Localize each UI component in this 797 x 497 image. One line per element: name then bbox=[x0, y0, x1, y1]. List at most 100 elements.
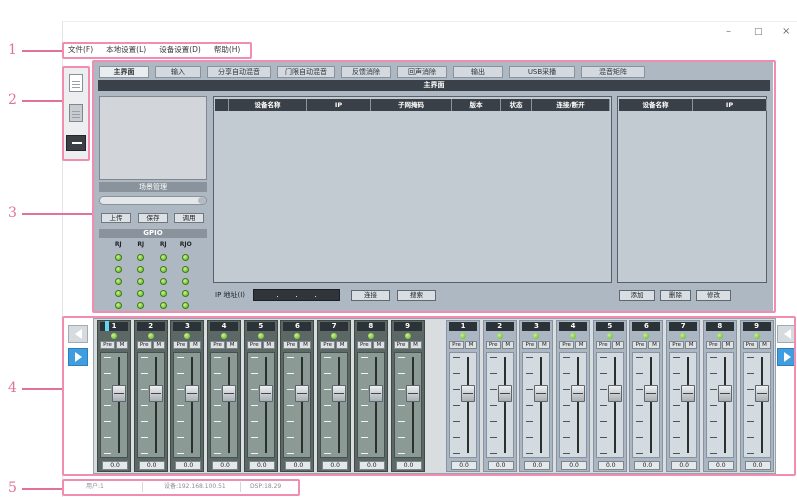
mute-button[interactable]: M bbox=[116, 341, 128, 349]
channel-number[interactable]: 2 bbox=[136, 322, 165, 331]
mute-button[interactable]: M bbox=[648, 341, 661, 349]
pre-button[interactable]: Pre bbox=[485, 341, 501, 349]
mute-button[interactable]: M bbox=[465, 341, 477, 349]
fader-track[interactable] bbox=[503, 357, 506, 453]
fader[interactable] bbox=[283, 352, 312, 458]
fader-track[interactable] bbox=[411, 357, 414, 453]
fader-track[interactable] bbox=[228, 357, 231, 453]
gain-value-field[interactable]: 0.0 bbox=[744, 461, 771, 470]
gain-value-field[interactable]: 0.0 bbox=[212, 461, 239, 470]
edit-button[interactable]: 修改 bbox=[696, 290, 731, 301]
add-button[interactable]: 添加 bbox=[619, 290, 655, 301]
mute-button[interactable]: M bbox=[372, 341, 385, 349]
fader-track[interactable] bbox=[577, 357, 580, 453]
fader-track[interactable] bbox=[467, 357, 469, 453]
fader-track[interactable] bbox=[374, 357, 377, 453]
tab-gate-automix[interactable]: 门限自动混音 bbox=[277, 66, 335, 78]
channel-number[interactable]: 3 bbox=[173, 322, 202, 331]
menu-device-settings[interactable]: 设备设置(D) bbox=[159, 45, 201, 55]
close-button[interactable]: × bbox=[782, 26, 790, 38]
channel-number[interactable]: 4 bbox=[559, 322, 588, 331]
gain-value-field[interactable]: 0.0 bbox=[102, 461, 128, 470]
fader-knob[interactable] bbox=[717, 385, 732, 402]
mute-button[interactable]: M bbox=[336, 341, 349, 349]
tab-output[interactable]: 输出 bbox=[453, 66, 503, 78]
fader-knob[interactable] bbox=[461, 385, 475, 402]
mute-button[interactable]: M bbox=[262, 341, 275, 349]
fader-track[interactable] bbox=[613, 357, 616, 453]
fader-knob[interactable] bbox=[295, 385, 310, 402]
fader[interactable] bbox=[393, 352, 422, 458]
scroll-right-button[interactable] bbox=[68, 348, 88, 366]
document-icon[interactable] bbox=[69, 104, 83, 122]
menu-help[interactable]: 帮助(H) bbox=[214, 45, 241, 55]
menu-local-settings[interactable]: 本地设置(L) bbox=[106, 45, 146, 55]
pre-button[interactable]: Pre bbox=[173, 341, 189, 349]
pre-button[interactable]: Pre bbox=[100, 341, 115, 349]
channel-number[interactable]: 8 bbox=[705, 322, 734, 331]
gain-value-field[interactable]: 0.0 bbox=[358, 461, 385, 470]
fader[interactable] bbox=[705, 352, 734, 458]
save-button[interactable]: 保存 bbox=[138, 213, 168, 223]
channel-number[interactable]: 8 bbox=[356, 322, 385, 331]
fader-track[interactable] bbox=[760, 357, 763, 453]
ip-address-input[interactable]: . . . bbox=[253, 289, 340, 301]
fader[interactable] bbox=[522, 352, 551, 458]
pre-button[interactable]: Pre bbox=[210, 341, 226, 349]
channel-number[interactable]: 5 bbox=[246, 322, 275, 331]
fader[interactable] bbox=[595, 352, 624, 458]
pre-button[interactable]: Pre bbox=[632, 341, 648, 349]
gain-value-field[interactable]: 0.0 bbox=[285, 461, 312, 470]
tab-main[interactable]: 主界面 bbox=[99, 66, 149, 78]
fader-knob[interactable] bbox=[368, 385, 383, 402]
minimize-button[interactable]: – bbox=[726, 26, 731, 38]
fader[interactable] bbox=[210, 352, 239, 458]
pre-button[interactable]: Pre bbox=[393, 341, 409, 349]
pre-button[interactable]: Pre bbox=[595, 341, 611, 349]
fader[interactable] bbox=[136, 352, 165, 458]
tab-echo-cancellation[interactable]: 回声消除 bbox=[397, 66, 447, 78]
fader-knob[interactable] bbox=[681, 385, 696, 402]
pre-button[interactable]: Pre bbox=[320, 341, 336, 349]
scroll-right-button[interactable] bbox=[777, 348, 796, 366]
channel-number[interactable]: 2 bbox=[485, 322, 514, 331]
connect-button[interactable]: 连接 bbox=[351, 290, 390, 301]
channel-number[interactable]: 9 bbox=[393, 322, 422, 331]
pre-button[interactable]: Pre bbox=[705, 341, 721, 349]
gain-value-field[interactable]: 0.0 bbox=[322, 461, 349, 470]
gain-value-field[interactable]: 0.0 bbox=[597, 461, 624, 470]
fader[interactable] bbox=[632, 352, 661, 458]
fader-track[interactable] bbox=[723, 357, 726, 453]
scroll-left-button[interactable] bbox=[68, 325, 88, 343]
gain-value-field[interactable]: 0.0 bbox=[707, 461, 734, 470]
fader-knob[interactable] bbox=[405, 385, 420, 402]
mute-button[interactable]: M bbox=[721, 341, 734, 349]
maximize-button[interactable]: □ bbox=[754, 26, 763, 38]
gain-value-field[interactable]: 0.0 bbox=[561, 461, 588, 470]
fader-track[interactable] bbox=[301, 357, 304, 453]
dark-toggle-icon[interactable] bbox=[66, 135, 86, 151]
gain-value-field[interactable]: 0.0 bbox=[524, 461, 551, 470]
mute-button[interactable]: M bbox=[685, 341, 698, 349]
fader-knob[interactable] bbox=[148, 385, 163, 402]
tab-feedback-suppression[interactable]: 反馈消除 bbox=[341, 66, 391, 78]
tab-usb[interactable]: USB采播 bbox=[509, 66, 575, 78]
dropdown-icon[interactable] bbox=[198, 197, 206, 204]
mute-button[interactable]: M bbox=[189, 341, 202, 349]
gain-value-field[interactable]: 0.0 bbox=[395, 461, 422, 470]
gain-value-field[interactable]: 0.0 bbox=[487, 461, 514, 470]
fader-knob[interactable] bbox=[332, 385, 347, 402]
fader[interactable] bbox=[449, 352, 477, 458]
fader[interactable] bbox=[100, 352, 128, 458]
tab-share-automix[interactable]: 分享自动混音 bbox=[207, 66, 271, 78]
fader-track[interactable] bbox=[264, 357, 267, 453]
pre-button[interactable]: Pre bbox=[742, 341, 758, 349]
fader[interactable] bbox=[173, 352, 202, 458]
pre-button[interactable]: Pre bbox=[449, 341, 464, 349]
fader-knob[interactable] bbox=[644, 385, 659, 402]
pre-button[interactable]: Pre bbox=[136, 341, 152, 349]
channel-number[interactable]: 7 bbox=[320, 322, 349, 331]
mute-button[interactable]: M bbox=[611, 341, 624, 349]
upload-button[interactable]: 上传 bbox=[101, 213, 131, 223]
fader-track[interactable] bbox=[540, 357, 543, 453]
